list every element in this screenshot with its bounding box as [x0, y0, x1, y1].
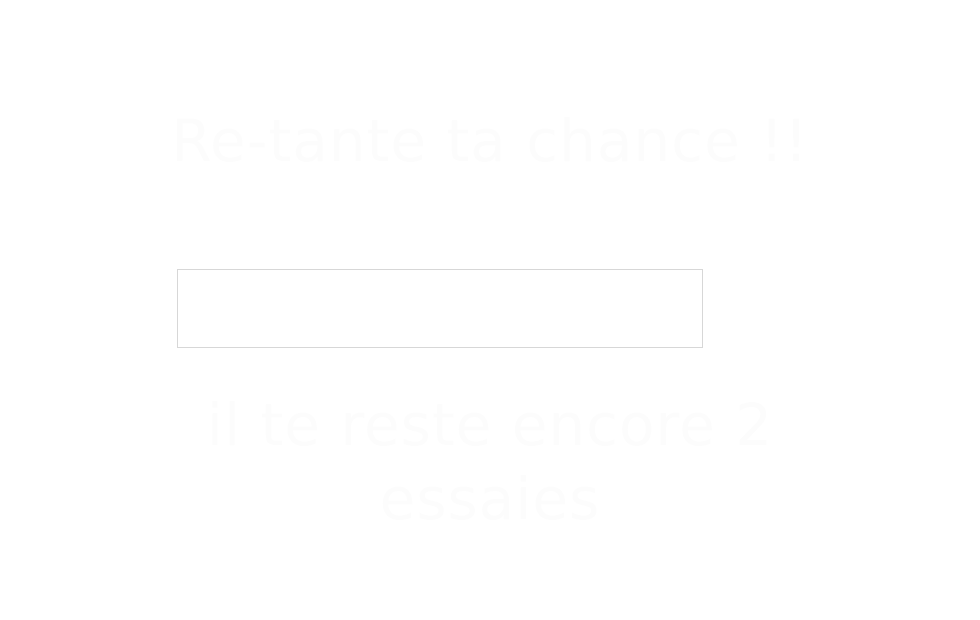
retry-headline: Re-tante ta chance !! — [171, 107, 809, 175]
remaining-attempts-message: il te reste encore 2 essaies — [206, 391, 774, 533]
guess-input[interactable] — [177, 269, 703, 348]
